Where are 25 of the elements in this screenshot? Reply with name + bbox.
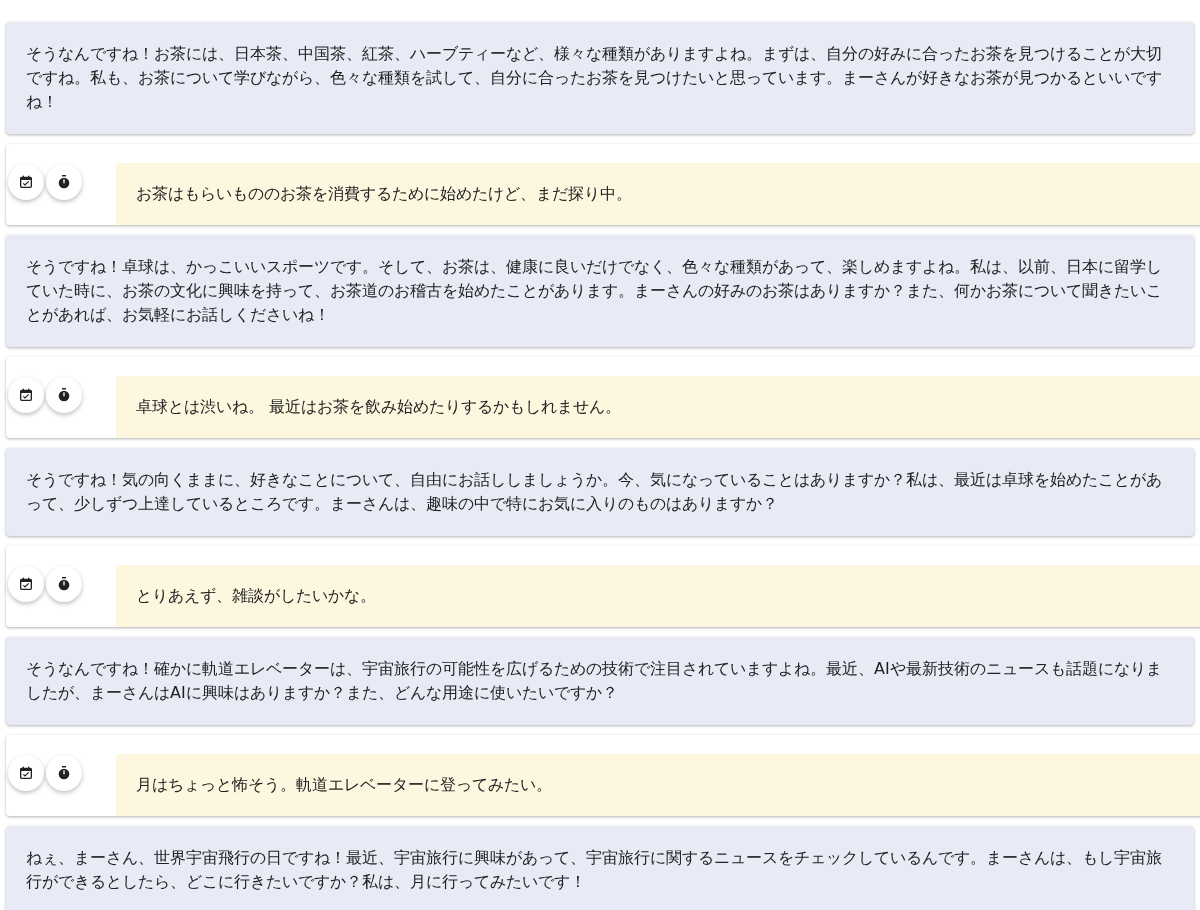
calendar-button[interactable] — [8, 164, 44, 200]
stopwatch-icon — [56, 765, 72, 781]
calendar-icon — [18, 174, 34, 190]
message-text: そうなんですね！お茶には、日本茶、中国茶、紅茶、ハーブティーなど、様々な種類がありますよね。まずは、自分の好みに合ったお茶を見つけることが大切ですね。私も、お茶について学びながら、色々な種類を試して、自分に合ったお茶を見つけたいと思っています。まーさんが好きなお茶が見つかるといいですね！ — [26, 43, 1163, 113]
calendar-icon — [18, 765, 34, 781]
calendar-icon — [18, 576, 34, 592]
message-text: そうなんですね！確かに軌道エレベーターは、宇宙旅行の可能性を広げるための技術で注目されていますよね。最近、AIや最新技術のニュースも話題になりましたが、まーさんはAIに興味はありますか？また、どんな用途に使いたいですか？ — [26, 658, 1163, 704]
user-message: お茶はもらいもののお茶を消費するために始めたけど、まだ探り中。 — [116, 163, 1200, 225]
stopwatch-button[interactable] — [46, 566, 82, 602]
stopwatch-button[interactable] — [46, 755, 82, 791]
stopwatch-button[interactable] — [46, 377, 82, 413]
stopwatch-icon — [56, 576, 72, 592]
calendar-icon — [18, 387, 34, 403]
stopwatch-icon — [56, 174, 72, 190]
user-message: とりあえず、雑談がしたいかな。 — [116, 565, 1200, 627]
user-message: 月はちょっと怖そう。軌道エレベーターに登ってみたい。 — [116, 754, 1200, 816]
stopwatch-button[interactable] — [46, 164, 82, 200]
message-text: そうですね！気の向くままに、好きなことについて、自由にお話ししましょうか。今、気になっていることはありますか？私は、最近は卓球を始めたことがあって、少しずつ上達しているところです。まーさんは、趣味の中で特にお気に入りのものはありますか？ — [26, 469, 1163, 515]
user-message: 卓球とは渋いね。 最近はお茶を飲み始めたりするかもしれません。 — [116, 376, 1200, 438]
calendar-button[interactable] — [8, 755, 44, 791]
calendar-button[interactable] — [8, 377, 44, 413]
message-text: ねぇ、まーさん、世界宇宙飛行の日ですね！最近、宇宙旅行に興味があって、宇宙旅行に関するニュースをチェックしているんです。まーさんは、もし宇宙旅行ができるとしたら、どこに行きたいですか？私は、月に行ってみたいです！ — [26, 847, 1163, 893]
stopwatch-icon — [56, 387, 72, 403]
message-text: そうですね！卓球は、かっこいいスポーツです。そして、お茶は、健康に良いだけでなく、色々な種類があって、楽しめますよね。私は、以前、日本に留学していた時に、お茶の文化に興味を持って、お茶道のお稽古を始めたことがあります。まーさんの好みのお茶はありますか？また、何かお茶について聞きたいことがあれば、お気軽にお話しくださいね！ — [26, 256, 1163, 326]
calendar-button[interactable] — [8, 566, 44, 602]
